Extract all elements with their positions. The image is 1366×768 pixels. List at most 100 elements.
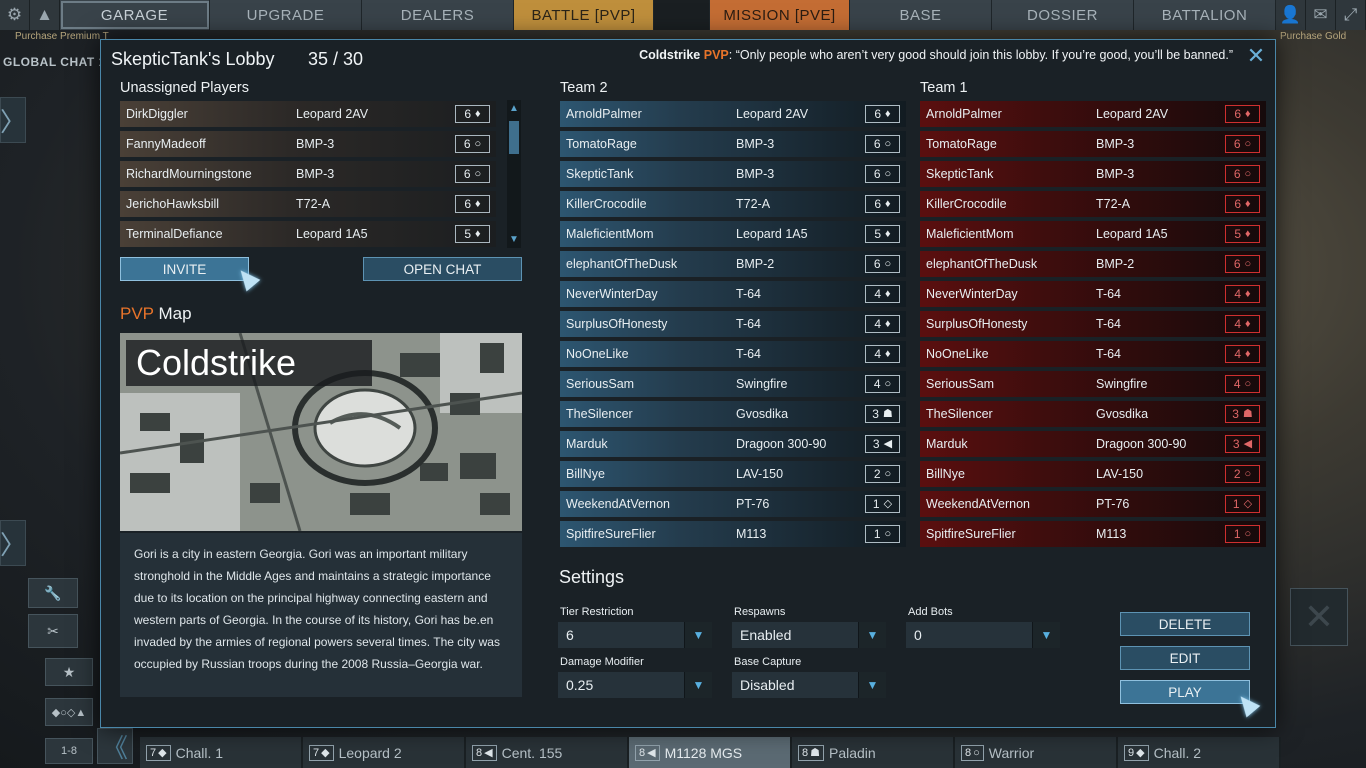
tier-value: 6 — [1233, 137, 1241, 151]
unassigned-player-row[interactable]: JerichoHawksbill T72-A 6 ♦ — [120, 191, 496, 217]
team2-player-row[interactable]: WeekendAtVernon PT-76 1 ◇ — [560, 491, 906, 517]
respawns-select[interactable]: Enabled ▼ — [732, 622, 886, 648]
unassigned-scrollbar[interactable]: ▲ ▼ — [507, 100, 521, 248]
wrench-icon[interactable]: 🔧 — [28, 578, 78, 608]
team2-player-row[interactable]: MaleficientMom Leopard 1A5 5 ♦ — [560, 221, 906, 247]
team1-player-row[interactable]: KillerCrocodile T72-A 6 ♦ — [920, 191, 1266, 217]
team1-player-row[interactable]: SurplusOfHonesty T-64 4 ♦ — [920, 311, 1266, 337]
diamond-icon: ♦ — [1245, 197, 1251, 210]
diamond-icon: ♦ — [885, 227, 891, 240]
tier-badge: 5 ♦ — [865, 225, 900, 243]
capture-select[interactable]: Disabled ▼ — [732, 672, 886, 698]
left-expand-arrow-2-icon[interactable]: 〉 — [0, 520, 26, 566]
tab-upgrade[interactable]: Upgrade — [210, 0, 362, 30]
purchase-gold-link[interactable]: Purchase Gold — [1280, 31, 1346, 42]
friends-icon[interactable]: 👤 — [1276, 0, 1306, 30]
unassigned-player-row[interactable]: RichardMourningstone BMP-3 6 ○ — [120, 161, 496, 187]
tier-badge: 6 ♦ — [455, 195, 490, 213]
team2-player-row[interactable]: elephantOfTheDusk BMP-2 6 ○ — [560, 251, 906, 277]
delete-button[interactable]: Delete — [1120, 612, 1250, 636]
open-chat-button[interactable]: Open Chat — [363, 257, 522, 281]
vehicle-name: Gvosdika — [1096, 407, 1149, 421]
invite-button[interactable]: Invite — [120, 257, 249, 281]
vehicle-name: M113 — [736, 527, 767, 541]
team2-player-row[interactable]: NeverWinterDay T-64 4 ♦ — [560, 281, 906, 307]
scroll-up-icon[interactable]: ▲ — [507, 102, 521, 116]
expand-icon[interactable]: ⤢ — [1336, 0, 1366, 30]
team1-player-row[interactable]: SpitfireSureFlier M113 1 ○ — [920, 521, 1266, 547]
chevron-down-icon[interactable]: ▼ — [858, 672, 886, 698]
tab-mission-pve[interactable]: Mission [PVE] — [710, 0, 850, 30]
carousel-slot[interactable]: 8 ☗ Paladin — [792, 737, 955, 768]
purchase-premium-link[interactable]: Purchase Premium T — [15, 31, 109, 42]
diamond-icon: ♦ — [885, 107, 891, 120]
player-emblem-icon[interactable] — [654, 0, 710, 30]
tab-battalion[interactable]: Battalion — [1134, 0, 1276, 30]
team1-player-row[interactable]: TheSilencer Gvosdika 3 ☗ — [920, 401, 1266, 427]
carousel-slot[interactable]: 9 ◆ Chall. 2 — [1118, 737, 1281, 768]
tier-select[interactable]: 6 ▼ — [558, 622, 712, 648]
carousel-slot[interactable]: 7 ◆ Chall. 1 — [140, 737, 303, 768]
tab-dossier[interactable]: Dossier — [992, 0, 1134, 30]
team1-player-row[interactable]: NoOneLike T-64 4 ♦ — [920, 341, 1266, 367]
paint-icon[interactable]: ✂ — [28, 614, 78, 648]
team2-player-row[interactable]: SpitfireSureFlier M113 1 ○ — [560, 521, 906, 547]
tab-garage[interactable]: Garage — [60, 0, 210, 30]
chevron-down-icon[interactable]: ▼ — [858, 622, 886, 648]
team2-player-row[interactable]: TomatoRage BMP-3 6 ○ — [560, 131, 906, 157]
team2-player-row[interactable]: Marduk Dragoon 300-90 3 ◀ — [560, 431, 906, 457]
team1-player-row[interactable]: elephantOfTheDusk BMP-2 6 ○ — [920, 251, 1266, 277]
team1-player-row[interactable]: TomatoRage BMP-3 6 ○ — [920, 131, 1266, 157]
chevron-down-icon[interactable]: ▼ — [684, 622, 712, 648]
carousel-slot-selected[interactable]: 8 ◀ M1128 MGS — [629, 737, 792, 768]
tab-dealers[interactable]: Dealers — [362, 0, 514, 30]
carousel-slot[interactable]: 8 ◀ Cent. 155 — [466, 737, 629, 768]
carousel-left-icon[interactable]: 《 — [97, 728, 133, 764]
settings-gear-icon[interactable]: ⚙ — [0, 0, 30, 30]
team2-player-row[interactable]: NoOneLike T-64 4 ♦ — [560, 341, 906, 367]
tier-range-filter[interactable]: 1-8 — [45, 738, 93, 764]
team2-player-row[interactable]: SurplusOfHonesty T-64 4 ♦ — [560, 311, 906, 337]
chat-icon[interactable]: ✉ — [1306, 0, 1336, 30]
bots-select[interactable]: 0 ▼ — [906, 622, 1060, 648]
team1-player-row[interactable]: MaleficientMom Leopard 1A5 5 ♦ — [920, 221, 1266, 247]
tier-badge: 4 ♦ — [1225, 315, 1260, 333]
player-name: BillNye — [926, 467, 965, 481]
team2-player-row[interactable]: BillNye LAV-150 2 ○ — [560, 461, 906, 487]
team1-player-row[interactable]: NeverWinterDay T-64 4 ♦ — [920, 281, 1266, 307]
tab-battle-pvp[interactable]: Battle [PVP] — [514, 0, 654, 30]
scroll-thumb[interactable] — [509, 121, 519, 154]
favorite-filter-icon[interactable]: ★ — [45, 658, 93, 686]
team1-player-row[interactable]: SkepticTank BMP-3 6 ○ — [920, 161, 1266, 187]
vehicle-name: Leopard 2AV — [1096, 107, 1169, 121]
left-expand-arrow-icon[interactable]: 〉 — [0, 97, 26, 143]
chevron-down-icon[interactable]: ▼ — [684, 672, 712, 698]
team2-player-row[interactable]: TheSilencer Gvosdika 3 ☗ — [560, 401, 906, 427]
scroll-down-icon[interactable]: ▼ — [507, 233, 521, 247]
team2-player-row[interactable]: SkepticTank BMP-3 6 ○ — [560, 161, 906, 187]
team2-player-row[interactable]: ArnoldPalmer Leopard 2AV 6 ♦ — [560, 101, 906, 127]
commander-icon[interactable]: ▲ — [30, 0, 60, 30]
edit-button[interactable]: Edit — [1120, 646, 1250, 670]
close-x-icon[interactable]: ✕ — [1290, 588, 1348, 646]
unassigned-player-row[interactable]: FannyMadeoff BMP-3 6 ○ — [120, 131, 496, 157]
unassigned-player-row[interactable]: TerminalDefiance Leopard 1A5 5 ♦ — [120, 221, 496, 247]
team1-player-row[interactable]: ArnoldPalmer Leopard 2AV 6 ♦ — [920, 101, 1266, 127]
carousel-slot[interactable]: 8 ○ Warrior — [955, 737, 1118, 768]
team1-player-row[interactable]: Marduk Dragoon 300-90 3 ◀ — [920, 431, 1266, 457]
carousel-slot[interactable]: 7 ◆ Leopard 2 — [303, 737, 466, 768]
team2-player-row[interactable]: KillerCrocodile T72-A 6 ♦ — [560, 191, 906, 217]
team2-player-row[interactable]: SeriousSam Swingfire 4 ○ — [560, 371, 906, 397]
play-button[interactable]: Play — [1120, 680, 1250, 704]
team1-player-row[interactable]: SeriousSam Swingfire 4 ○ — [920, 371, 1266, 397]
damage-select[interactable]: 0.25 ▼ — [558, 672, 712, 698]
tab-base[interactable]: Base — [850, 0, 992, 30]
global-chat-label[interactable]: GLOBAL CHAT 1 — [3, 55, 106, 69]
team1-player-row[interactable]: WeekendAtVernon PT-76 1 ◇ — [920, 491, 1266, 517]
team1-player-row[interactable]: BillNye LAV-150 2 ○ — [920, 461, 1266, 487]
circle-icon: ○ — [884, 167, 892, 180]
close-icon[interactable]: ✕ — [1245, 45, 1267, 68]
class-filter-icon[interactable]: ◆○◇▲ — [45, 698, 93, 726]
chevron-down-icon[interactable]: ▼ — [1032, 622, 1060, 648]
unassigned-player-row[interactable]: DirkDiggler Leopard 2AV 6 ♦ — [120, 101, 496, 127]
